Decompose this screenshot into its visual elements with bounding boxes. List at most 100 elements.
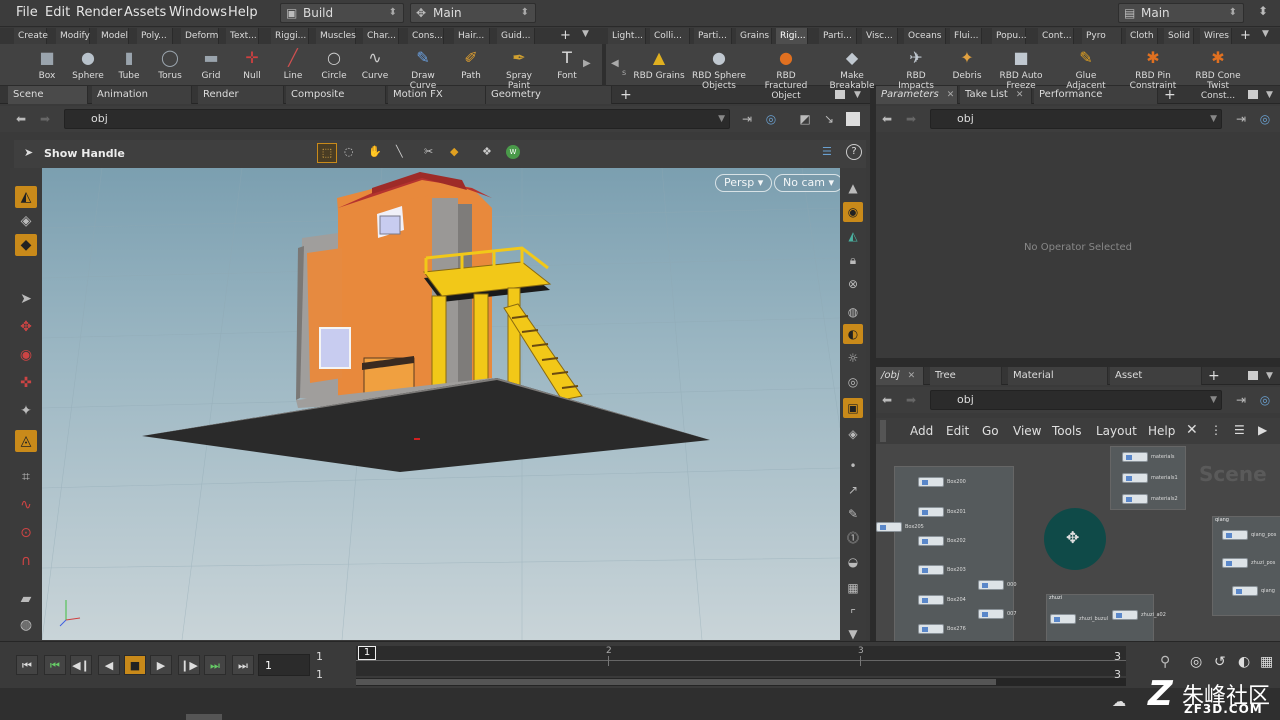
network-node[interactable]: materials	[1122, 452, 1174, 462]
playhead-frame[interactable]: 1	[358, 646, 376, 660]
tool-rbd-impacts[interactable]: ✈ RBD Impacts	[889, 47, 943, 91]
chevron-down-icon[interactable]: ▼	[1266, 86, 1273, 104]
tool-rbd-auto-freeze[interactable]: ■ RBD Auto Freeze	[994, 47, 1048, 91]
display-options-icon[interactable]	[846, 112, 860, 126]
brush-select-icon[interactable]: ✋	[368, 145, 382, 158]
add-shelf-icon[interactable]: +	[560, 28, 571, 43]
select-tool-icon[interactable]: ✂	[424, 145, 433, 158]
menu-layout[interactable]: Layout	[1096, 424, 1137, 438]
network-path-field[interactable]: obj ▼	[930, 390, 1222, 410]
realtime-icon[interactable]: ◎	[1190, 654, 1202, 670]
camera-menu-button[interactable]: No cam ▾	[774, 174, 843, 192]
tab-obj[interactable]: /obj ✕	[876, 367, 924, 385]
shelf-tab-hair[interactable]: Hair...	[454, 28, 490, 44]
menu-tools[interactable]: Tools	[1052, 424, 1082, 438]
link-icon[interactable]: ◎	[1256, 391, 1274, 409]
chevron-updown-icon[interactable]: ⬍	[1258, 4, 1268, 18]
tool-make-breakable[interactable]: ◆ Make Breakable	[825, 47, 879, 91]
box-select-icon[interactable]: ⬚	[317, 143, 337, 163]
key-icon[interactable]: ⚲	[1160, 654, 1170, 670]
network-node[interactable]: zhuzi_pos	[1222, 558, 1275, 568]
move-handle-icon[interactable]: ◈	[15, 210, 37, 232]
maximize-icon[interactable]	[1248, 90, 1258, 99]
step-back-button[interactable]: ◀❙	[70, 655, 92, 675]
network-node[interactable]: Box276	[918, 624, 966, 634]
camera-icon[interactable]: ◎	[843, 372, 863, 392]
tab-animation-editor[interactable]: Animation Editor✕	[92, 86, 192, 118]
network-node[interactable]: materials1	[1122, 473, 1178, 483]
maximize-icon[interactable]	[1248, 371, 1258, 380]
back-arrow-icon[interactable]: ⬅	[12, 110, 30, 128]
headlight-icon[interactable]: ☼	[843, 348, 863, 368]
add-tab-icon[interactable]: +	[620, 86, 632, 104]
timeline-track[interactable]: 1 2 3	[356, 646, 1126, 676]
select-handle-icon[interactable]: ◭	[15, 186, 37, 208]
add-tab-icon[interactable]: +	[1208, 367, 1220, 385]
loop-icon[interactable]: ↺	[1214, 654, 1226, 670]
shelf-tab-viscous[interactable]: Visc...	[862, 28, 898, 44]
selection-mode-icon[interactable]: W	[506, 145, 520, 159]
desktop-selector[interactable]: ▣ Build ⬍	[280, 3, 404, 23]
magnet-icon[interactable]: ∩	[15, 550, 37, 572]
shelf-tab-char[interactable]: Char...	[363, 28, 399, 44]
range-slider[interactable]	[356, 678, 1126, 686]
crop-icon[interactable]: ⌜	[843, 604, 863, 624]
start-frame-bottom[interactable]: 1	[316, 668, 323, 681]
scene-viewport[interactable]	[42, 168, 840, 640]
network-editor[interactable]: Scene zhuzi qiang ✥ Box200 Box201 Box202 Bo…	[876, 444, 1280, 642]
tool-rbd-sphere-objects[interactable]: ● RBD Sphere Objects	[692, 47, 746, 91]
jump-start-button[interactable]: ⏮	[16, 655, 38, 675]
pin-icon[interactable]: ⇥	[1232, 110, 1250, 128]
network-node[interactable]: zhuzi_a02	[1112, 610, 1166, 620]
play-reverse-button[interactable]: ◀	[98, 655, 120, 675]
shelf-tab-rigid[interactable]: Rigi...	[776, 28, 808, 44]
normal-icon[interactable]: ↗	[843, 480, 863, 500]
display-eye-icon[interactable]: ◉	[843, 202, 863, 222]
shelf-tab-fluids[interactable]: Flui...	[950, 28, 982, 44]
shelf-tab-grains[interactable]: Grains	[736, 28, 772, 44]
menu-add[interactable]: Add	[910, 424, 933, 438]
point-icon[interactable]: •	[843, 456, 863, 476]
chevron-down-icon[interactable]: ▼	[1266, 367, 1273, 385]
shelf-tab-particle-fluids[interactable]: Parti...	[819, 28, 857, 44]
menu-view[interactable]: View	[1013, 424, 1041, 438]
forward-arrow-icon[interactable]: ➡	[36, 110, 54, 128]
menu-windows[interactable]: Windows	[169, 5, 227, 20]
tool-glue-adjacent[interactable]: ✎ Glue Adjacent	[1059, 47, 1113, 91]
close-icon[interactable]: ✕	[908, 371, 916, 381]
tab-asset-browser[interactable]: Asset Browser✕	[1110, 367, 1202, 399]
flipbook-icon[interactable]: ▦	[843, 578, 863, 598]
network-node[interactable]: Box202	[918, 536, 966, 546]
numbers-icon[interactable]: ⓵	[843, 528, 863, 548]
shelf-tab-collisions[interactable]: Colli...	[650, 28, 690, 44]
shelf-tab-modify[interactable]: Modify	[56, 28, 90, 44]
add-shelf-icon[interactable]: +	[1240, 28, 1251, 43]
menu-edit[interactable]: Edit	[946, 424, 969, 438]
rotate-handle-icon[interactable]: ◆	[15, 234, 37, 256]
link-icon[interactable]: ◎	[762, 110, 780, 128]
step-forward-button[interactable]: ❙▶	[178, 655, 200, 675]
menu-assets[interactable]: Assets	[124, 5, 166, 20]
stop-button[interactable]: ■	[124, 655, 146, 675]
tool-rbd-cone-twist-const-[interactable]: ✱ RBD Cone Twist Const...	[1191, 47, 1245, 101]
start-frame-top[interactable]: 1	[316, 650, 323, 663]
tool-curve[interactable]: ∿ Curve	[350, 47, 400, 81]
hide-icon[interactable]: ⊗	[843, 274, 863, 294]
tab-tree-view[interactable]: Tree View✕	[930, 367, 1002, 399]
settings-icon[interactable]: ▦	[1260, 654, 1273, 670]
prev-key-button[interactable]: ⏮	[44, 655, 66, 675]
shelf-tab-guid[interactable]: Guid...	[497, 28, 535, 44]
lock-icon[interactable]: 🔒︎	[843, 250, 863, 270]
close-icon[interactable]: ✕	[1016, 90, 1024, 100]
shelf-tab-cons[interactable]: Cons...	[408, 28, 444, 44]
link-icon[interactable]: ◎	[1256, 110, 1274, 128]
maximize-icon[interactable]	[835, 90, 845, 99]
end-frame-top[interactable]: 3	[1114, 650, 1121, 663]
ghost-icon[interactable]: ◭	[843, 226, 863, 246]
light-icon[interactable]: ◐	[843, 324, 863, 344]
right-desktop-selector[interactable]: ▤ Main ⬍	[1118, 3, 1244, 23]
snap-grid-icon[interactable]: ⌗	[15, 466, 37, 488]
tree-icon[interactable]: ⋮	[1210, 423, 1222, 437]
forward-arrow-icon[interactable]: ➡	[902, 391, 920, 409]
menu-render[interactable]: Render	[76, 5, 122, 20]
